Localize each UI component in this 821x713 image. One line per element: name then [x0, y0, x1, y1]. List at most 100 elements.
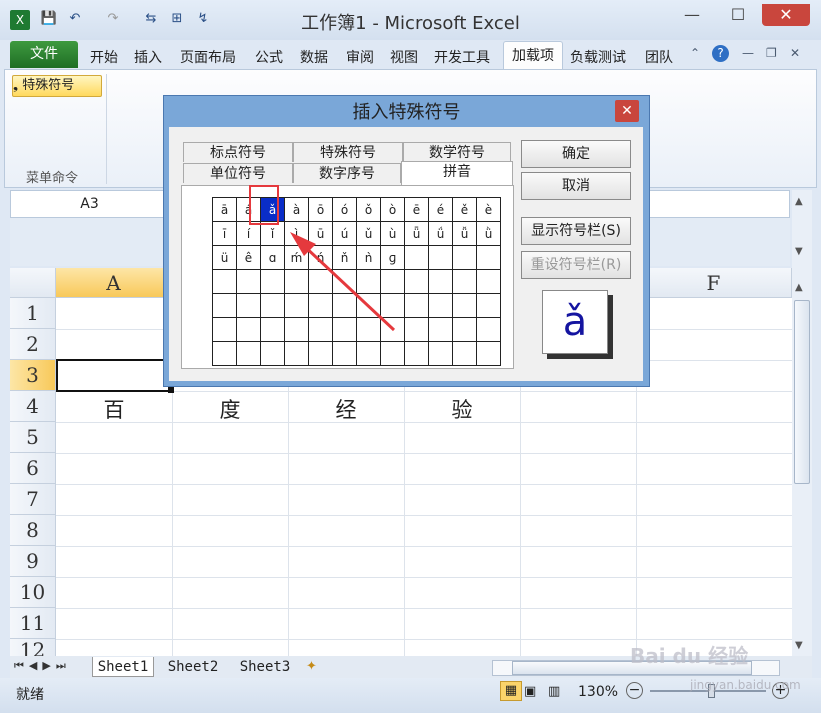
zoom-out-icon[interactable]: −	[626, 682, 643, 699]
sheet-tab-2[interactable]: Sheet2	[160, 657, 226, 677]
cell-c4[interactable]: 经	[288, 394, 404, 424]
symbol-cell[interactable]: í	[236, 221, 261, 246]
symbol-cell[interactable]	[236, 293, 261, 318]
tab-formulas[interactable]: 公式	[255, 47, 283, 67]
symbol-cell[interactable]	[476, 317, 501, 342]
row-header[interactable]: 5	[10, 422, 56, 453]
tab-special-symbols[interactable]: 特殊符号	[293, 142, 403, 162]
symbol-cell[interactable]	[404, 317, 429, 342]
row-header[interactable]: 7	[10, 484, 56, 515]
tab-number-sequence[interactable]: 数字序号	[293, 163, 401, 183]
symbol-cell[interactable]: ò	[380, 197, 405, 222]
symbol-cell[interactable]	[284, 341, 309, 366]
doc-close-icon[interactable]: ✕	[790, 46, 800, 60]
tab-view[interactable]: 视图	[390, 47, 418, 67]
tab-unit-symbols[interactable]: 单位符号	[183, 163, 293, 183]
symbol-cell[interactable]: è	[476, 197, 501, 222]
row-header[interactable]: 8	[10, 515, 56, 546]
symbol-cell[interactable]	[404, 269, 429, 294]
symbol-cell[interactable]	[404, 245, 429, 270]
symbol-cell[interactable]	[308, 341, 333, 366]
scroll-down-icon[interactable]: ▼	[795, 640, 803, 651]
row-header[interactable]: 11	[10, 608, 56, 639]
symbol-cell[interactable]	[236, 341, 261, 366]
symbol-cell[interactable]: ǘ	[428, 221, 453, 246]
name-box[interactable]: A3	[10, 190, 170, 218]
symbol-cell[interactable]	[212, 341, 237, 366]
tab-punctuation[interactable]: 标点符号	[183, 142, 293, 162]
scroll-thumb[interactable]	[794, 300, 810, 484]
symbol-cell[interactable]	[476, 293, 501, 318]
zoom-level[interactable]: 130%	[578, 684, 618, 700]
maximize-button[interactable]: ☐	[716, 4, 760, 26]
tab-addins[interactable]: 加载项	[503, 41, 563, 70]
symbol-cell[interactable]: é	[428, 197, 453, 222]
page-layout-view-icon[interactable]: ▣	[524, 684, 536, 699]
dialog-close-button[interactable]: ✕	[615, 100, 639, 122]
symbol-cell[interactable]	[476, 245, 501, 270]
symbol-cell[interactable]: ǖ	[404, 221, 429, 246]
tab-insert[interactable]: 插入	[134, 47, 162, 67]
cell-a4[interactable]: 百	[56, 394, 172, 424]
scroll-up-icon[interactable]: ▲	[795, 282, 803, 293]
tab-developer[interactable]: 开发工具	[434, 47, 490, 67]
sheet-tab-1[interactable]: Sheet1	[92, 657, 154, 677]
symbol-cell[interactable]	[260, 341, 285, 366]
symbol-cell[interactable]	[428, 341, 453, 366]
symbol-cell[interactable]	[404, 341, 429, 366]
symbol-cell[interactable]	[356, 341, 381, 366]
tab-math-symbols[interactable]: 数学符号	[403, 142, 511, 162]
sheet-nav-icon[interactable]: ⏮◀▶⏭	[14, 659, 71, 673]
symbol-cell[interactable]	[452, 293, 477, 318]
doc-minimize-icon[interactable]: —	[742, 46, 754, 60]
symbol-cell[interactable]	[212, 269, 237, 294]
select-all-corner[interactable]	[10, 268, 56, 298]
reset-symbol-bar-button[interactable]: 重设符号栏(R)	[521, 251, 631, 279]
tab-review[interactable]: 审阅	[346, 47, 374, 67]
tab-team[interactable]: 团队	[645, 47, 673, 67]
symbol-cell[interactable]	[428, 245, 453, 270]
collapse-ribbon-icon[interactable]: ⌃	[690, 46, 700, 60]
symbol-cell[interactable]: ǚ	[452, 221, 477, 246]
symbol-cell[interactable]	[236, 269, 261, 294]
symbol-cell[interactable]	[428, 293, 453, 318]
cancel-button[interactable]: 取消	[521, 172, 631, 200]
symbol-cell[interactable]	[212, 293, 237, 318]
cell-d4[interactable]: 验	[404, 394, 520, 424]
symbol-cell[interactable]: ó	[332, 197, 357, 222]
symbol-cell[interactable]: ü	[212, 245, 237, 270]
sheet-tab-3[interactable]: Sheet3	[232, 657, 298, 677]
symbol-cell[interactable]	[476, 341, 501, 366]
symbol-cell[interactable]: ǒ	[356, 197, 381, 222]
minimize-button[interactable]: —	[670, 4, 714, 26]
active-cell-a3[interactable]	[56, 359, 173, 392]
row-header[interactable]: 3	[10, 360, 56, 391]
symbol-cell[interactable]	[476, 269, 501, 294]
symbol-cell[interactable]	[428, 317, 453, 342]
symbol-cell[interactable]	[452, 317, 477, 342]
column-header-f[interactable]: F	[636, 268, 792, 298]
tab-load-test[interactable]: 负载测试	[570, 47, 626, 67]
special-symbol-button[interactable]: ❟ 特殊符号	[12, 75, 102, 97]
symbol-cell[interactable]	[452, 245, 477, 270]
show-symbol-bar-button[interactable]: 显示符号栏(S)	[521, 217, 631, 245]
symbol-cell[interactable]: ō	[308, 197, 333, 222]
tab-page-layout[interactable]: 页面布局	[180, 47, 236, 67]
fill-handle[interactable]	[168, 387, 174, 393]
row-header[interactable]: 6	[10, 453, 56, 484]
help-icon[interactable]: ?	[712, 45, 729, 62]
symbol-cell[interactable]	[380, 341, 405, 366]
symbol-cell[interactable]	[428, 269, 453, 294]
tab-home[interactable]: 开始	[90, 47, 118, 67]
normal-view-icon[interactable]: ▦	[500, 681, 522, 701]
symbol-cell[interactable]: ī	[212, 221, 237, 246]
row-header[interactable]: 10	[10, 577, 56, 608]
symbol-cell[interactable]: ǜ	[476, 221, 501, 246]
doc-restore-icon[interactable]: ❐	[766, 46, 777, 60]
file-tab[interactable]: 文件	[10, 41, 78, 68]
cell-b4[interactable]: 度	[172, 394, 288, 424]
symbol-cell[interactable]: ē	[404, 197, 429, 222]
symbol-cell[interactable]: ā	[212, 197, 237, 222]
new-sheet-icon[interactable]: ✦	[306, 659, 317, 674]
scroll-up-icon[interactable]: ▲	[795, 196, 803, 207]
